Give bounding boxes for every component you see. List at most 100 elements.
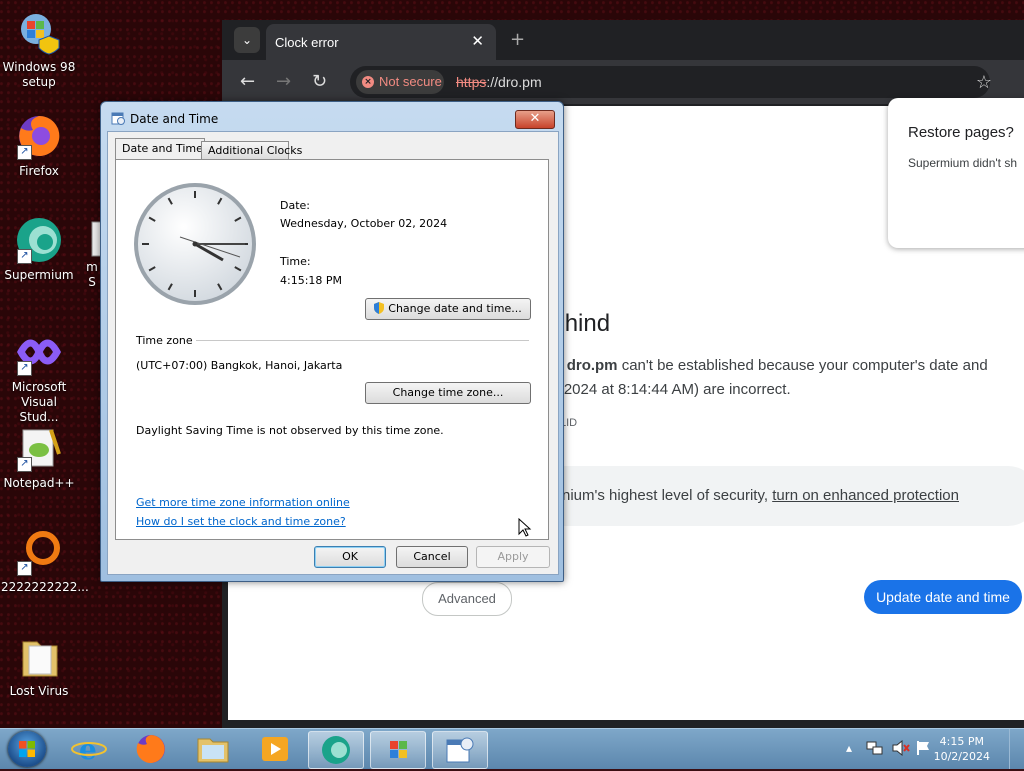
- tab-search-button[interactable]: ⌄: [234, 27, 260, 53]
- new-tab-button[interactable]: +: [510, 29, 525, 50]
- desktop-icon-label: Notepad++: [3, 476, 75, 490]
- start-button[interactable]: [8, 731, 46, 767]
- reload-icon[interactable]: ↻: [312, 71, 327, 92]
- dialog-body: Date and Time Additional Clocks Date: We…: [107, 131, 559, 575]
- taskbar: e ▴ 4:15 PM 10/2/2024: [0, 728, 1024, 769]
- timezone-value: (UTC+07:00) Bangkok, Hanoi, Jakarta: [136, 359, 343, 372]
- document-icon: [80, 216, 103, 264]
- media-player-icon: [262, 737, 288, 761]
- dialog-title: Date and Time: [130, 112, 219, 126]
- desktop-icon-label: Windows 98 setup: [2, 60, 76, 89]
- taskbar-explorer[interactable]: [186, 731, 240, 767]
- bookmark-star-icon[interactable]: ☆: [976, 72, 992, 93]
- url-rest: ://dro.pm: [486, 74, 542, 90]
- desktop-icon-visual-studio[interactable]: ↗ Microsoft Visual Stud...: [1, 328, 77, 425]
- firefox-icon: [136, 735, 165, 763]
- taskbar-ie[interactable]: e: [62, 731, 116, 767]
- timezone-heading: Time zone: [136, 334, 193, 347]
- firefox-icon: ↗: [15, 112, 63, 160]
- close-icon[interactable]: ✕: [471, 32, 484, 50]
- restore-body: Supermium didn't sh: [908, 156, 1018, 170]
- ring-icon: ↗: [15, 528, 63, 576]
- security-chip[interactable]: × Not secure: [356, 70, 444, 94]
- tab-additional-clocks[interactable]: Additional Clocks: [201, 141, 302, 159]
- error-text-post: can't be established because your comput…: [617, 357, 988, 374]
- shortcut-arrow-icon: ↗: [17, 249, 32, 264]
- datetime-icon: [446, 737, 474, 763]
- url-text: https://dro.pm: [456, 74, 542, 90]
- shortcut-arrow-icon: ↗: [17, 561, 32, 576]
- restore-pages-bubble: Restore pages? Supermium didn't sh: [888, 98, 1024, 248]
- change-date-time-button[interactable]: Change date and time...: [365, 298, 531, 320]
- change-date-time-label: Change date and time...: [388, 302, 522, 315]
- cancel-button[interactable]: Cancel: [396, 546, 468, 568]
- desktop-icon-label: Lost Virus: [9, 684, 69, 698]
- taskbar-date-time[interactable]: [432, 731, 488, 769]
- date-value: Wednesday, October 02, 2024: [280, 217, 448, 230]
- tab-strip: ⌄ Clock error ✕ +: [222, 20, 1024, 60]
- action-center-flag-icon[interactable]: [916, 740, 932, 756]
- ok-button[interactable]: OK: [314, 546, 386, 568]
- tab-date-and-time[interactable]: Date and Time: [115, 138, 205, 159]
- desktop-icon-label: Firefox: [19, 164, 59, 178]
- system-clock[interactable]: 4:15 PM 10/2/2024: [934, 734, 990, 764]
- dialog-close-button[interactable]: ✕: [515, 110, 555, 129]
- update-date-time-button[interactable]: Update date and time: [864, 580, 1022, 614]
- shortcut-arrow-icon: ↗: [17, 145, 32, 160]
- set-clock-help-link[interactable]: How do I set the clock and time zone?: [136, 515, 346, 528]
- uac-shield-icon: [374, 302, 385, 314]
- clock-time: 4:15 PM: [939, 735, 984, 748]
- taskbar-windows-setup[interactable]: [370, 731, 426, 769]
- date-label: Date:: [280, 199, 310, 212]
- chevron-down-icon: ⌄: [241, 33, 253, 47]
- desktop-icon-supermium[interactable]: ↗ Supermium: [1, 216, 77, 283]
- tray-expand-icon[interactable]: ▴: [846, 741, 852, 755]
- taskbar-media-player[interactable]: [248, 731, 302, 767]
- desktop-icon-lost-virus[interactable]: Lost Virus: [1, 632, 77, 699]
- desktop-icon-2222[interactable]: ↗ 2222222222...: [1, 528, 89, 595]
- close-icon: ✕: [529, 111, 541, 126]
- desktop-icon-notepadpp[interactable]: ↗ Notepad++: [1, 424, 77, 491]
- date-time-panel: Date: Wednesday, October 02, 2024 Time: …: [115, 159, 549, 540]
- notepadpp-icon: ↗: [15, 424, 63, 472]
- enhanced-text: nium's highest level of security, turn o…: [562, 487, 959, 504]
- timezone-info-link[interactable]: Get more time zone information online: [136, 496, 350, 509]
- shortcut-arrow-icon: ↗: [17, 361, 32, 376]
- advanced-button[interactable]: Advanced: [422, 582, 512, 616]
- forward-icon[interactable]: →: [276, 71, 291, 92]
- taskbar-firefox[interactable]: [124, 731, 178, 767]
- ie-icon: e: [71, 733, 107, 766]
- separator: [196, 340, 529, 341]
- volume-muted-icon[interactable]: [892, 740, 910, 756]
- tab-title: Clock error: [275, 35, 339, 50]
- desktop-icon-firefox[interactable]: ↗ Firefox: [1, 112, 77, 179]
- supermium-icon: ↗: [15, 216, 63, 264]
- network-icon[interactable]: [866, 740, 884, 756]
- error-host: dro.pm: [566, 357, 618, 374]
- taskbar-supermium[interactable]: [308, 731, 364, 769]
- enhanced-protection-link[interactable]: turn on enhanced protection: [772, 487, 959, 504]
- error-description: to dro.pm can't be established because y…: [538, 354, 1020, 402]
- svg-text:e: e: [79, 733, 97, 766]
- windows-flag-icon: [19, 741, 35, 757]
- apply-button[interactable]: Apply: [476, 546, 550, 568]
- not-secure-icon: ×: [362, 76, 374, 88]
- desktop-icon-label: Microsoft Visual Stud...: [11, 380, 67, 424]
- tab-clock-error[interactable]: Clock error ✕: [266, 24, 496, 60]
- time-label: Time:: [280, 255, 311, 268]
- back-icon[interactable]: ←: [240, 71, 255, 92]
- shortcut-arrow-icon: ↗: [17, 457, 32, 472]
- supermium-icon: [322, 736, 350, 764]
- time-value: 4:15:18 PM: [280, 274, 343, 287]
- explorer-icon: [197, 738, 229, 763]
- change-timezone-button[interactable]: Change time zone...: [365, 382, 531, 404]
- security-label: Not secure: [379, 74, 442, 89]
- dst-note: Daylight Saving Time is not observed by …: [136, 424, 444, 437]
- calendar-clock-icon: [111, 112, 125, 125]
- show-desktop-button[interactable]: [1009, 729, 1024, 769]
- visual-studio-icon: ↗: [15, 328, 63, 376]
- address-bar[interactable]: × Not secure https://dro.pm ☆: [350, 66, 992, 98]
- mouse-cursor-icon: [518, 518, 532, 537]
- desktop-icon-label: Supermium: [4, 268, 74, 282]
- desktop-icon-windows98-setup[interactable]: Windows 98 setup: [1, 8, 77, 90]
